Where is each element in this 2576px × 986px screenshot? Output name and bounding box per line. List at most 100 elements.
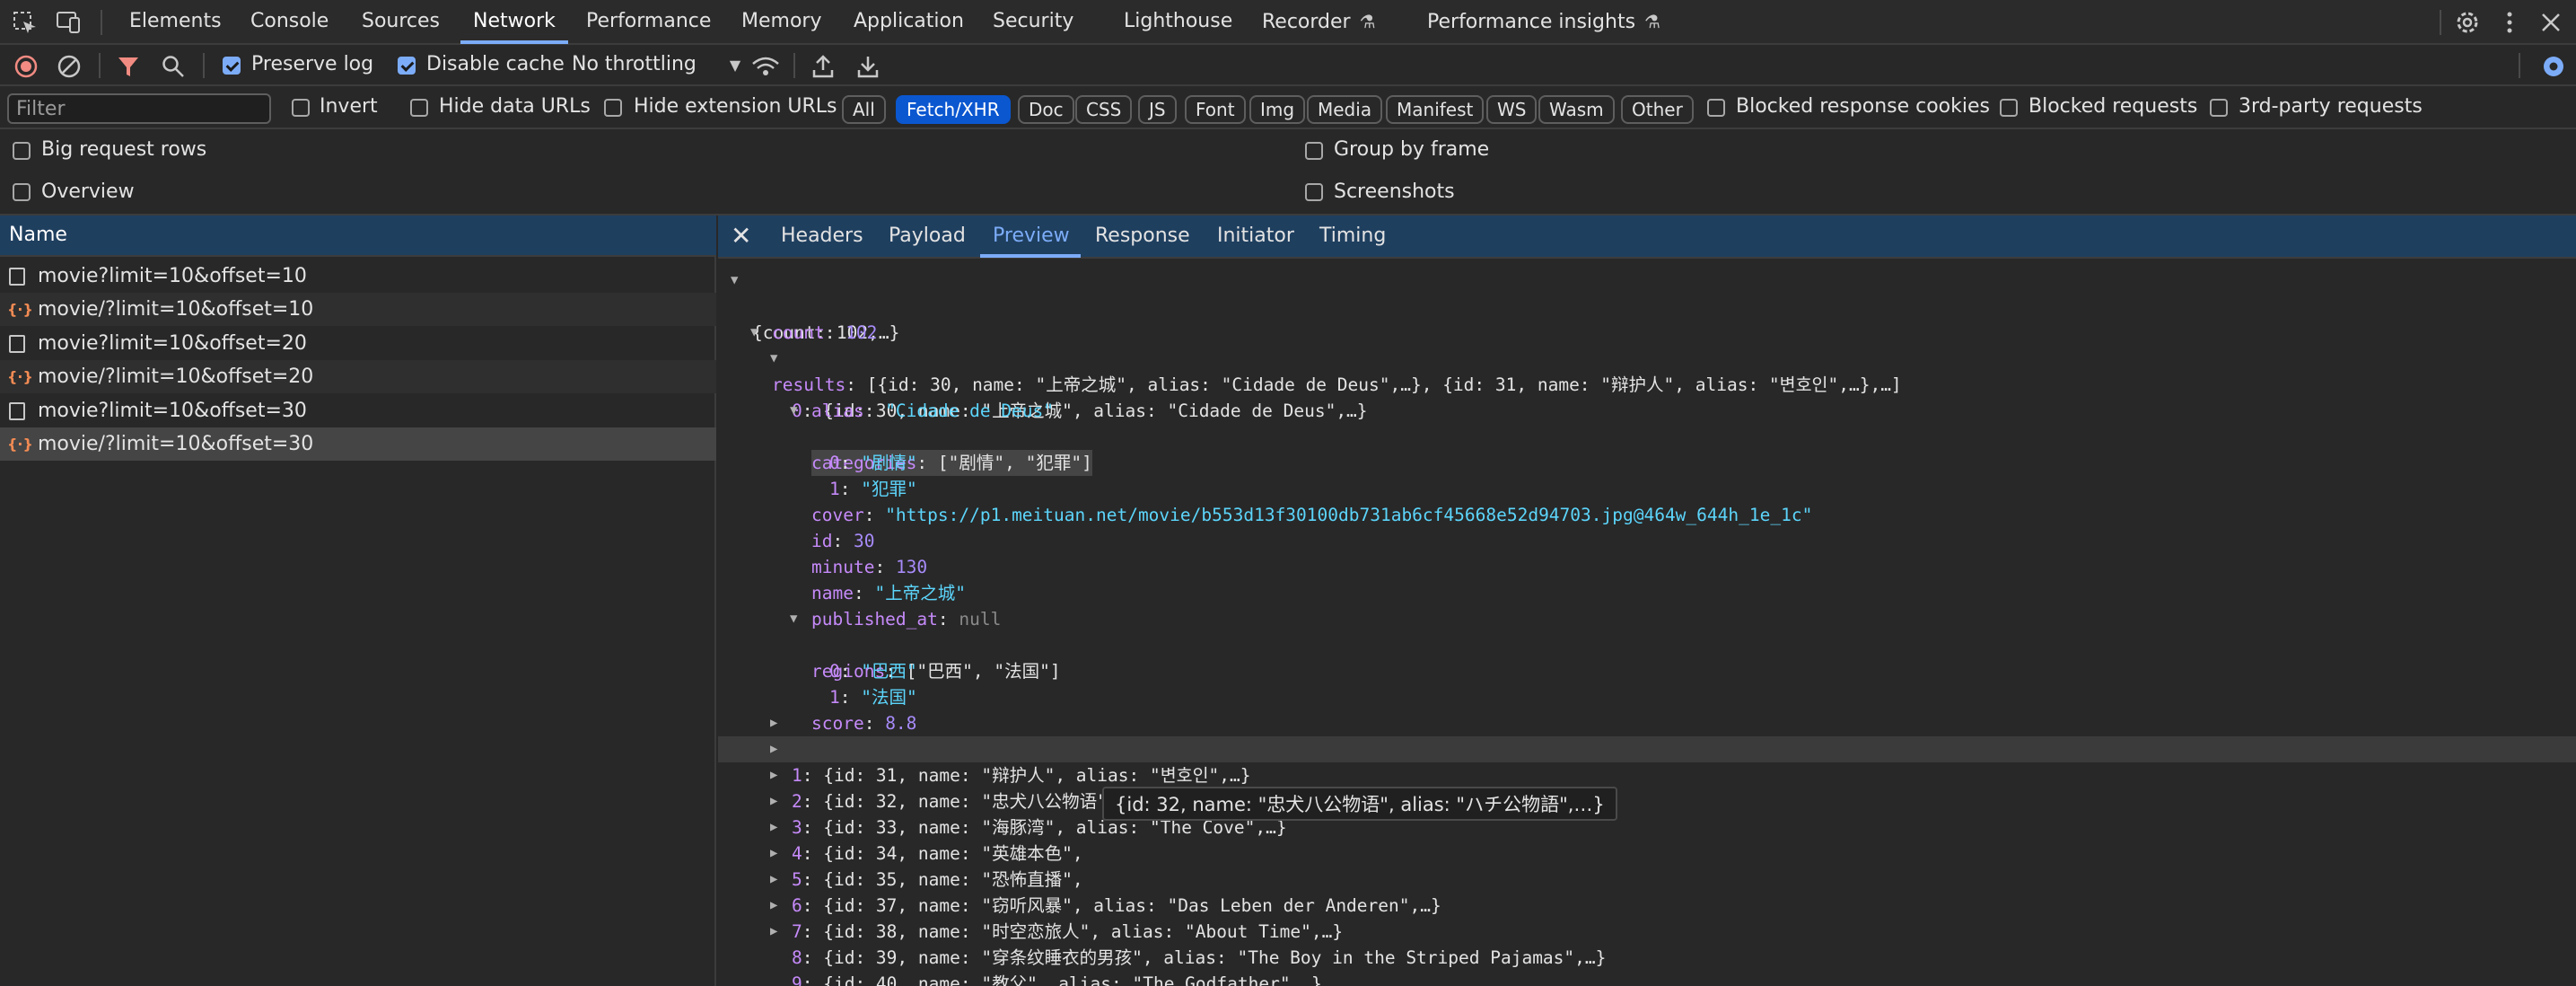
json-array-item[interactable]: ▶ 5: {id: 35, name: "恐怖直播", xyxy=(718,814,2576,890)
settings-gear-icon[interactable] xyxy=(2454,9,2481,36)
hover-tooltip: {id: 32, name: "忠犬八公物语", alias: "ハチ公物語",… xyxy=(1102,787,1617,821)
request-row[interactable]: movie?limit=10&offset=30 xyxy=(0,394,716,427)
inspect-element-icon[interactable] xyxy=(13,11,38,34)
tab-security[interactable]: Security xyxy=(993,0,1073,43)
json-array-item[interactable]: ▶ 1: {id: 31, name: "辩护人", alias: "변호인",… xyxy=(718,710,2576,786)
tab-recorder[interactable]: Recorder ⚗ xyxy=(1262,0,1376,43)
search-icon[interactable] xyxy=(162,55,185,78)
json-array-item[interactable]: ▶ 7: {id: 38, name: "时空恋旅人", alias: "Abo… xyxy=(718,867,2576,942)
hide-data-urls-checkbox[interactable] xyxy=(410,99,428,117)
screenshots-checkbox[interactable] xyxy=(1305,183,1323,201)
request-row[interactable]: {·} movie/?limit=10&offset=10 xyxy=(0,293,716,326)
tab-response[interactable]: Response xyxy=(1095,216,1190,257)
type-filter-all[interactable]: All xyxy=(842,95,886,124)
tab-application[interactable]: Application xyxy=(854,0,964,43)
request-row[interactable]: movie?limit=10&offset=10 xyxy=(0,260,716,293)
throttling-select[interactable]: No throttling ▼ xyxy=(572,53,740,75)
collapsed-triangle-icon[interactable]: ▶ xyxy=(770,893,777,919)
expand-triangle-icon[interactable]: ▼ xyxy=(790,398,797,424)
json-array-item[interactable]: ▶ 3: {id: 33, name: "海豚湾", alias: "The C… xyxy=(718,762,2576,838)
request-row[interactable]: movie?limit=10&offset=20 xyxy=(0,327,716,360)
preserve-log-checkbox[interactable] xyxy=(223,57,241,75)
expand-triangle-icon[interactable]: ▼ xyxy=(770,346,777,372)
close-details-icon[interactable]: ✕ xyxy=(731,221,751,251)
import-har-icon[interactable] xyxy=(811,54,835,79)
type-filter-fetch-xhr[interactable]: Fetch/XHR xyxy=(896,95,1011,124)
overview-checkbox[interactable] xyxy=(13,183,31,201)
tab-sources[interactable]: Sources xyxy=(362,0,440,43)
clear-icon[interactable] xyxy=(57,55,81,78)
network-settings-pane: Big request rows Group by frame Overview… xyxy=(0,129,2576,216)
tab-headers[interactable]: Headers xyxy=(781,216,863,257)
tab-performance-insights[interactable]: Performance insights ⚗ xyxy=(1427,0,1660,43)
json-array-item[interactable]: ▶ 8: {id: 39, name: "穿条纹睡衣的男孩", alias: "… xyxy=(718,893,2576,968)
collapsed-triangle-icon[interactable]: ▶ xyxy=(770,788,777,814)
hide-extension-urls-checkbox[interactable] xyxy=(604,99,622,117)
collapsed-triangle-icon[interactable]: ▶ xyxy=(770,762,777,788)
group-by-frame-checkbox[interactable] xyxy=(1305,142,1323,160)
type-filter-img[interactable]: Img xyxy=(1249,95,1306,124)
tab-payload[interactable]: Payload xyxy=(889,216,966,257)
tab-lighthouse[interactable]: Lighthouse xyxy=(1124,0,1232,43)
type-filter-doc[interactable]: Doc xyxy=(1018,95,1074,124)
type-filter-js[interactable]: JS xyxy=(1138,95,1177,124)
type-filter-media[interactable]: Media xyxy=(1307,95,1383,124)
json-property[interactable]: ▼ regions: ["巴西", "法国"] xyxy=(718,606,2576,682)
tab-timing[interactable]: Timing xyxy=(1319,216,1386,257)
tab-network[interactable]: Network xyxy=(473,0,556,43)
request-row-selected[interactable]: {·} movie/?limit=10&offset=30 xyxy=(0,427,716,461)
expand-triangle-icon[interactable]: ▼ xyxy=(731,268,738,294)
filter-input[interactable] xyxy=(7,93,271,124)
request-list-header[interactable]: Name xyxy=(0,216,716,257)
collapsed-triangle-icon[interactable]: ▶ xyxy=(770,710,777,736)
json-property[interactable]: ▼ results: [{id: 30, name: "上帝之城", alias… xyxy=(718,320,2576,395)
blocked-requests-checkbox[interactable] xyxy=(2000,99,2018,117)
network-settings-icon[interactable] xyxy=(2540,53,2567,80)
request-name: movie/?limit=10&offset=10 xyxy=(38,298,314,321)
separator xyxy=(2440,10,2441,35)
type-filter-font[interactable]: Font xyxy=(1185,95,1246,124)
json-key: 8 xyxy=(792,947,802,968)
device-toolbar-icon[interactable] xyxy=(56,11,83,34)
collapsed-triangle-icon[interactable]: ▶ xyxy=(770,736,777,762)
collapsed-triangle-icon[interactable]: ▶ xyxy=(770,814,777,841)
collapsed-triangle-icon[interactable]: ▶ xyxy=(770,919,777,945)
request-name: movie/?limit=10&offset=20 xyxy=(38,365,314,388)
type-filter-wasm[interactable]: Wasm xyxy=(1538,95,1615,124)
json-array-item[interactable]: ▶ 9: {id: 40, name: "教父", alias: "The Go… xyxy=(718,919,2576,986)
big-request-rows-checkbox[interactable] xyxy=(13,142,31,160)
tab-console[interactable]: Console xyxy=(250,0,329,43)
type-filter-other[interactable]: Other xyxy=(1621,95,1694,124)
disable-cache-checkbox[interactable] xyxy=(398,57,416,75)
network-conditions-icon[interactable] xyxy=(750,55,781,78)
json-property[interactable]: ▼ categories: ["剧情", "犯罪"] xyxy=(718,398,2576,476)
collapsed-triangle-icon[interactable]: ▶ xyxy=(770,841,777,867)
request-row[interactable]: {·} movie/?limit=10&offset=20 xyxy=(0,360,716,393)
json-property: 1: "犯罪" xyxy=(829,479,917,499)
json-array-item-hovered[interactable]: ▶ 2: {id: 32, name: "忠犬八公物语", alias: "ハチ… xyxy=(718,736,2576,812)
json-array-item[interactable]: ▶ 6: {id: 37, name: "窃听风暴", alias: "Das … xyxy=(718,841,2576,916)
blocked-response-cookies-checkbox[interactable] xyxy=(1707,99,1725,117)
expand-triangle-icon[interactable]: ▼ xyxy=(750,320,758,346)
json-array-item[interactable]: ▼ 0: {id: 30, name: "上帝之城", alias: "Cida… xyxy=(718,346,2576,421)
close-devtools-icon[interactable] xyxy=(2540,12,2562,33)
json-property: published_at: null xyxy=(811,609,1002,629)
collapsed-triangle-icon[interactable]: ▶ xyxy=(770,867,777,893)
tab-performance[interactable]: Performance xyxy=(586,0,711,43)
invert-checkbox[interactable] xyxy=(292,99,310,117)
json-array-item[interactable]: ▶ 4: {id: 34, name: "英雄本色", xyxy=(718,788,2576,864)
tab-memory[interactable]: Memory xyxy=(741,0,821,43)
tab-initiator[interactable]: Initiator xyxy=(1217,216,1294,257)
stop-recording-icon[interactable] xyxy=(14,55,38,78)
type-filter-manifest[interactable]: Manifest xyxy=(1386,95,1485,124)
expand-triangle-icon[interactable]: ▼ xyxy=(790,606,797,632)
more-options-icon[interactable] xyxy=(2502,11,2517,34)
export-har-icon[interactable] xyxy=(856,54,880,79)
third-party-requests-checkbox[interactable] xyxy=(2210,99,2228,117)
type-filter-css[interactable]: CSS xyxy=(1075,95,1133,124)
type-filter-ws[interactable]: WS xyxy=(1486,95,1538,124)
json-root[interactable]: ▼ {count: 102,…} xyxy=(718,268,2576,343)
tab-elements[interactable]: Elements xyxy=(129,0,222,43)
filter-icon[interactable] xyxy=(117,55,140,78)
tab-preview[interactable]: Preview xyxy=(993,216,1070,257)
